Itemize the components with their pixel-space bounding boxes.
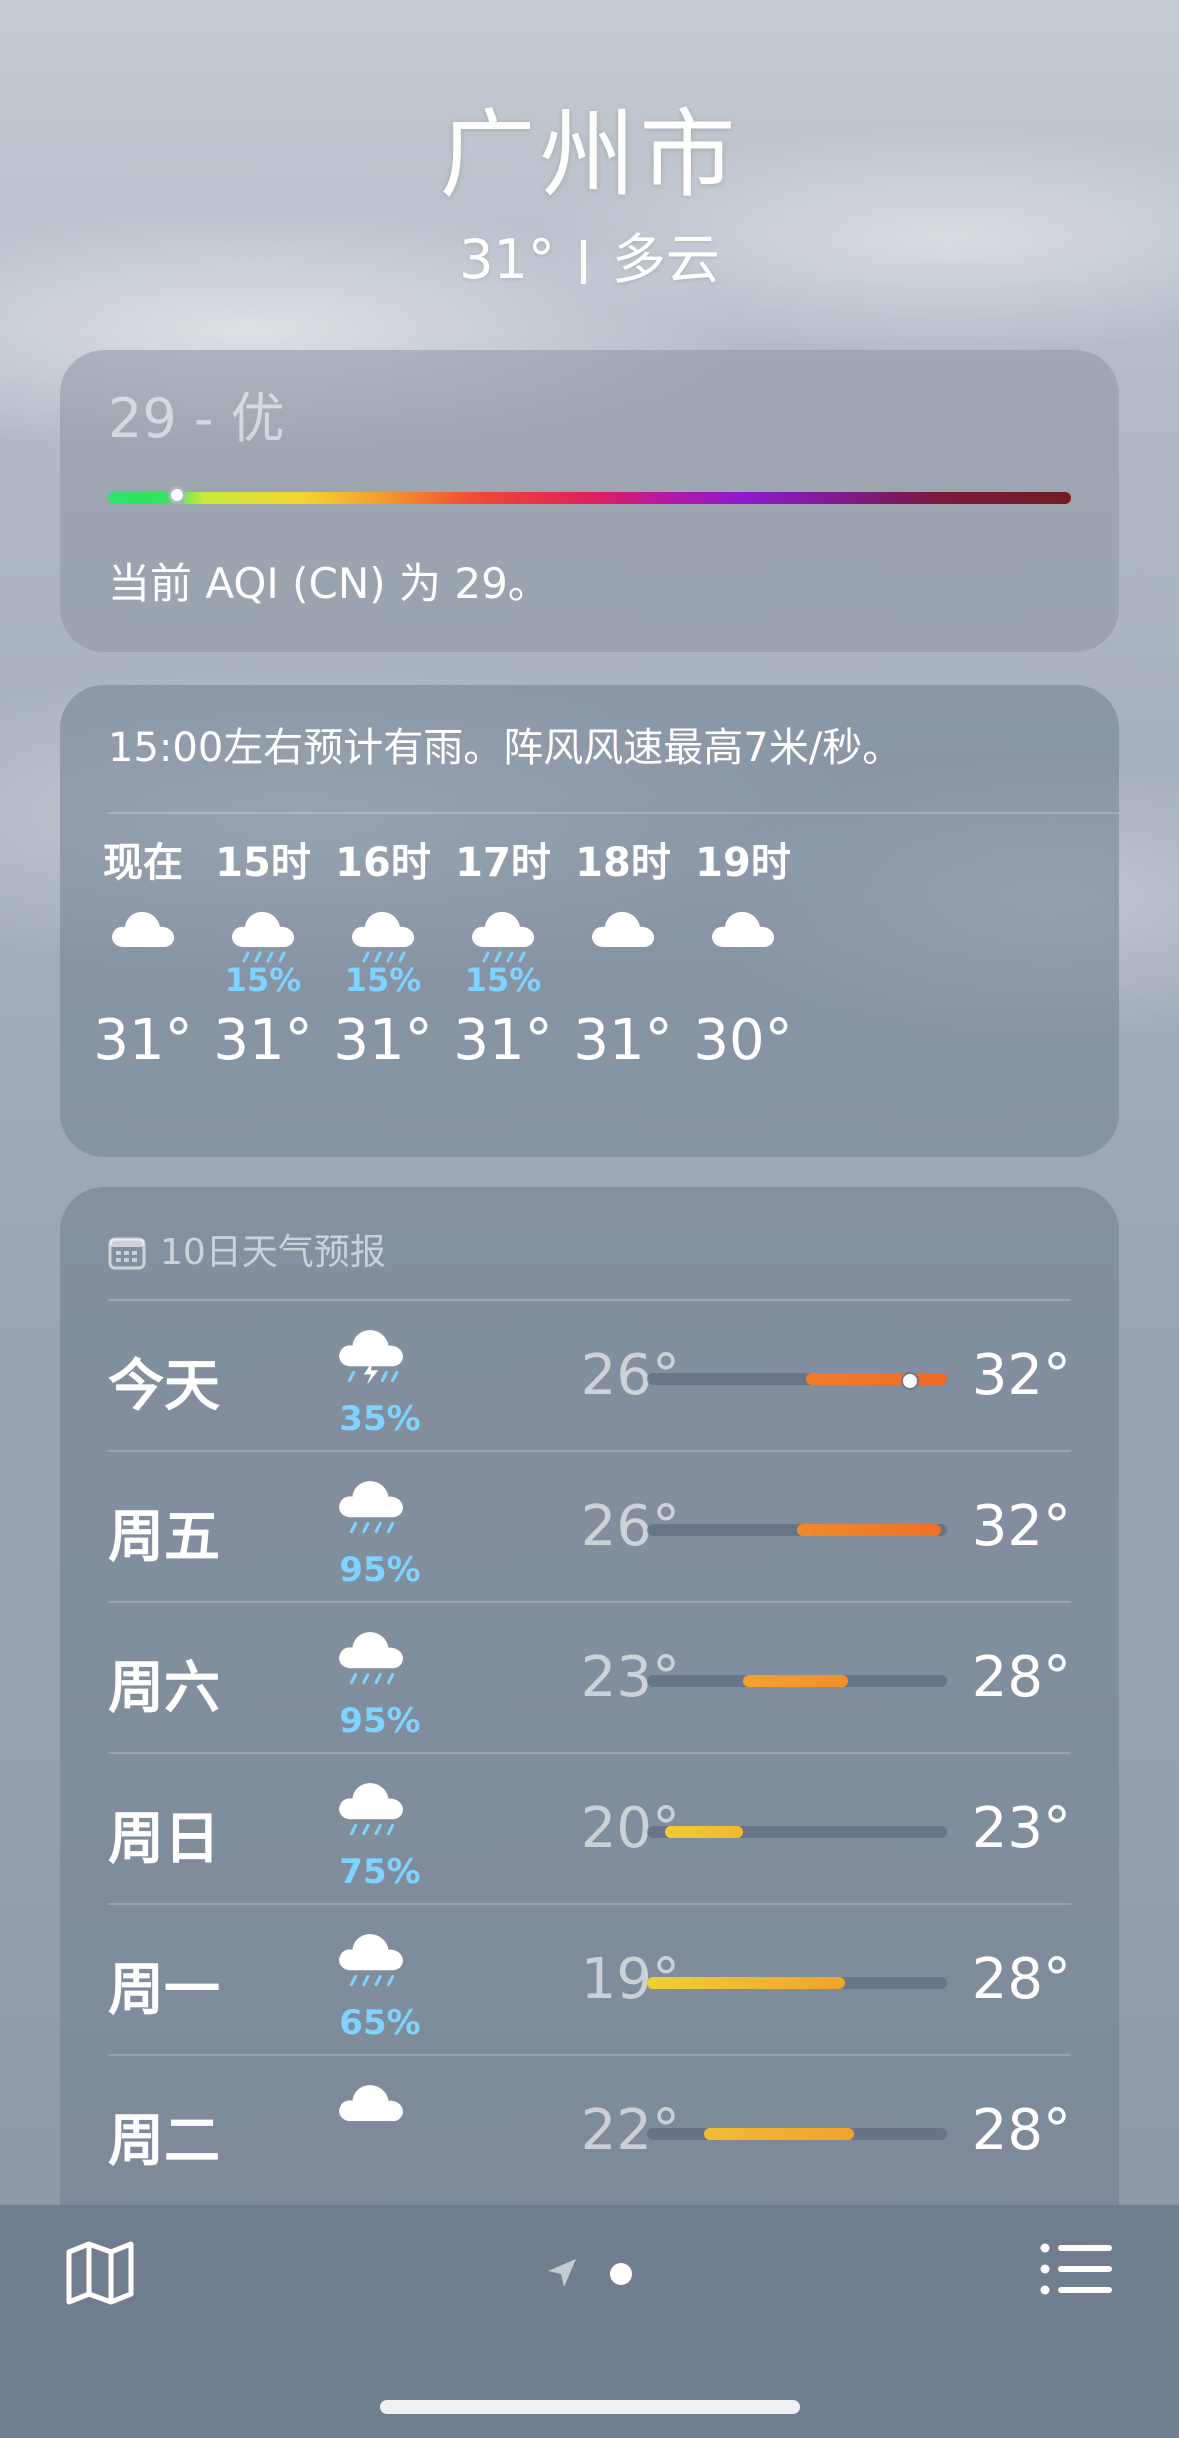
daily-forecast-header: 10日天气预报	[108, 1223, 386, 1275]
aqi-card[interactable]: 29 - 优 当前 AQI (CN) 为 29。	[60, 350, 1119, 652]
cloud-bolt-rain-icon	[339, 1330, 403, 1385]
aqi-description: 当前 AQI (CN) 为 29。	[108, 559, 550, 608]
cloud-rain-icon	[339, 1632, 403, 1685]
day-high-temp: 28°	[971, 2098, 1071, 2163]
temp-range-track	[647, 1524, 947, 1536]
temp-range-track	[647, 1675, 947, 1687]
temp-range-fill	[806, 1373, 947, 1385]
daily-row[interactable]: 周一 65% 19° 28°	[60, 1905, 1119, 2056]
current-summary: 31° 多云	[0, 225, 1179, 295]
cloud-rain-icon	[472, 911, 535, 963]
current-temp-marker	[901, 1372, 919, 1390]
cloud-icon	[712, 911, 775, 947]
list-icon	[1040, 2243, 1112, 2295]
day-high-temp: 23°	[971, 1796, 1071, 1861]
divider	[108, 812, 1119, 814]
temp-range-fill	[704, 2128, 854, 2140]
day-name: 今天	[108, 1354, 220, 1419]
aqi-scale-bar	[108, 492, 1071, 504]
temp-range-track	[647, 1826, 947, 1838]
temp-range-fill	[797, 1524, 941, 1536]
day-high-temp: 32°	[971, 1494, 1071, 1559]
cloud-rain-icon	[232, 911, 295, 963]
hour-temp: 30°	[693, 1008, 793, 1073]
cloud-rain-icon	[339, 1934, 403, 1987]
separator	[580, 240, 586, 284]
day-precip: 35%	[339, 1399, 421, 1439]
daily-forecast-card[interactable]: 10日天气预报 今天 35% 26° 32° 周五 95% 26° 32° 周六 95% 23° 28…	[60, 1187, 1119, 2247]
hour-item: 19时 30°	[668, 835, 818, 1081]
cloud-icon	[592, 911, 655, 947]
day-icon-wrap: 35%	[325, 1321, 435, 1441]
day-precip: 65%	[339, 2003, 421, 2043]
day-name: 周日	[108, 1807, 220, 1872]
temp-range-track	[647, 1977, 947, 1989]
current-temp: 31°	[459, 228, 555, 291]
cloud-rain-icon	[339, 1481, 403, 1534]
temp-range-fill	[665, 1826, 743, 1838]
home-indicator[interactable]	[380, 2400, 800, 2414]
day-name: 周六	[108, 1656, 220, 1721]
aqi-value: 29 - 优	[108, 387, 285, 450]
day-name: 周一	[108, 1958, 220, 2023]
map-button[interactable]	[65, 2240, 135, 2310]
hourly-card[interactable]: 15:00左右预计有雨。阵风风速最高7米/秒。 现在 31° 15时 15% 31° 16…	[60, 685, 1119, 1157]
temp-range-track	[647, 2128, 947, 2140]
day-icon-wrap: 95%	[325, 1623, 435, 1743]
day-high-temp: 32°	[971, 1343, 1071, 1408]
day-high-temp: 28°	[971, 1947, 1071, 2012]
cloud-icon	[112, 911, 175, 947]
cloud-rain-icon	[339, 1783, 403, 1836]
daily-row[interactable]: 周日 75% 20° 23°	[60, 1754, 1119, 1905]
daily-row[interactable]: 周五 95% 26° 32°	[60, 1452, 1119, 1603]
day-name: 周二	[108, 2109, 220, 2174]
daily-row[interactable]: 今天 35% 26° 32°	[60, 1301, 1119, 1452]
aqi-indicator	[168, 486, 186, 504]
cloud-icon	[339, 2085, 403, 2122]
page-dot-active	[610, 2263, 632, 2285]
header: 广州市 31° 多云	[0, 95, 1179, 295]
day-icon-wrap: 75%	[325, 1774, 435, 1894]
temp-range-fill	[647, 1977, 845, 1989]
day-precip: 95%	[339, 1701, 421, 1741]
city-list-button[interactable]	[1040, 2243, 1112, 2305]
daily-row[interactable]: 周二 22° 28°	[60, 2056, 1119, 2207]
daily-row[interactable]: 周六 95% 23° 28°	[60, 1603, 1119, 1754]
daily-forecast-title: 10日天气预报	[160, 1232, 386, 1273]
day-name: 周五	[108, 1505, 220, 1570]
city-name: 广州市	[439, 99, 740, 211]
day-icon-wrap	[325, 2076, 435, 2196]
day-precip: 95%	[339, 1550, 421, 1590]
calendar-icon	[108, 1237, 146, 1270]
hour-icon-wrap	[668, 891, 818, 1001]
map-icon	[66, 2241, 134, 2305]
temp-range-fill	[743, 1675, 848, 1687]
current-condition: 多云	[611, 228, 720, 291]
bottom-toolbar	[0, 2205, 1179, 2438]
cloud-rain-icon	[352, 911, 415, 963]
hour-label: 19时	[695, 840, 791, 886]
day-precip: 75%	[339, 1852, 421, 1892]
page-indicator[interactable]	[540, 2253, 640, 2293]
location-arrow-icon	[548, 2259, 576, 2287]
temp-range-track	[647, 1372, 947, 1390]
day-icon-wrap: 65%	[325, 1925, 435, 2045]
hourly-description: 15:00左右预计有雨。阵风风速最高7米/秒。	[108, 725, 903, 771]
day-high-temp: 28°	[971, 1645, 1071, 1710]
day-icon-wrap: 95%	[325, 1472, 435, 1592]
